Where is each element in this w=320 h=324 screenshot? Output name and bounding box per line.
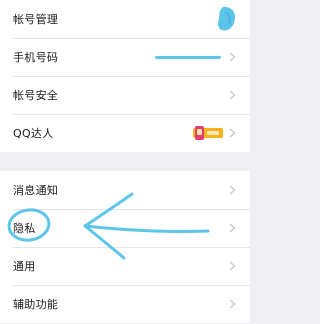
row-general[interactable]: 通用 bbox=[0, 247, 250, 285]
chevron-right-icon bbox=[229, 223, 236, 233]
settings-group-account: 帐号管理 手机号码 帐号安全 QQ达人 bbox=[0, 0, 250, 152]
redaction-scribble bbox=[155, 55, 221, 59]
chevron-right-icon bbox=[229, 299, 236, 309]
chevron-right-icon bbox=[229, 52, 236, 62]
row-label: QQ达人 bbox=[13, 127, 54, 140]
row-label: 帐号管理 bbox=[13, 13, 59, 26]
section-gap bbox=[0, 152, 250, 171]
row-label: 手机号码 bbox=[13, 51, 59, 64]
row-account-security[interactable]: 帐号安全 bbox=[0, 76, 250, 114]
row-label: 帐号安全 bbox=[13, 89, 59, 102]
chevron-right-icon bbox=[229, 261, 236, 271]
chevron-right-icon bbox=[229, 185, 236, 195]
row-privacy[interactable]: 隐私 bbox=[0, 209, 250, 247]
row-label: 消息通知 bbox=[13, 184, 59, 197]
row-label: 辅助功能 bbox=[13, 298, 59, 311]
row-qq-expert[interactable]: QQ达人 bbox=[0, 114, 250, 152]
settings-group-general: 消息通知 隐私 通用 辅助功能 bbox=[0, 171, 250, 323]
qq-expert-badge-icon bbox=[193, 126, 223, 140]
row-label: 通用 bbox=[13, 260, 36, 273]
chevron-right-icon bbox=[229, 128, 236, 138]
row-phone-number[interactable]: 手机号码 bbox=[0, 38, 250, 76]
avatar bbox=[218, 6, 236, 31]
row-message-notifications[interactable]: 消息通知 bbox=[0, 171, 250, 209]
row-accessibility[interactable]: 辅助功能 bbox=[0, 285, 250, 323]
row-label: 隐私 bbox=[13, 222, 36, 235]
chevron-right-icon bbox=[229, 90, 236, 100]
row-account-management[interactable]: 帐号管理 bbox=[0, 0, 250, 38]
